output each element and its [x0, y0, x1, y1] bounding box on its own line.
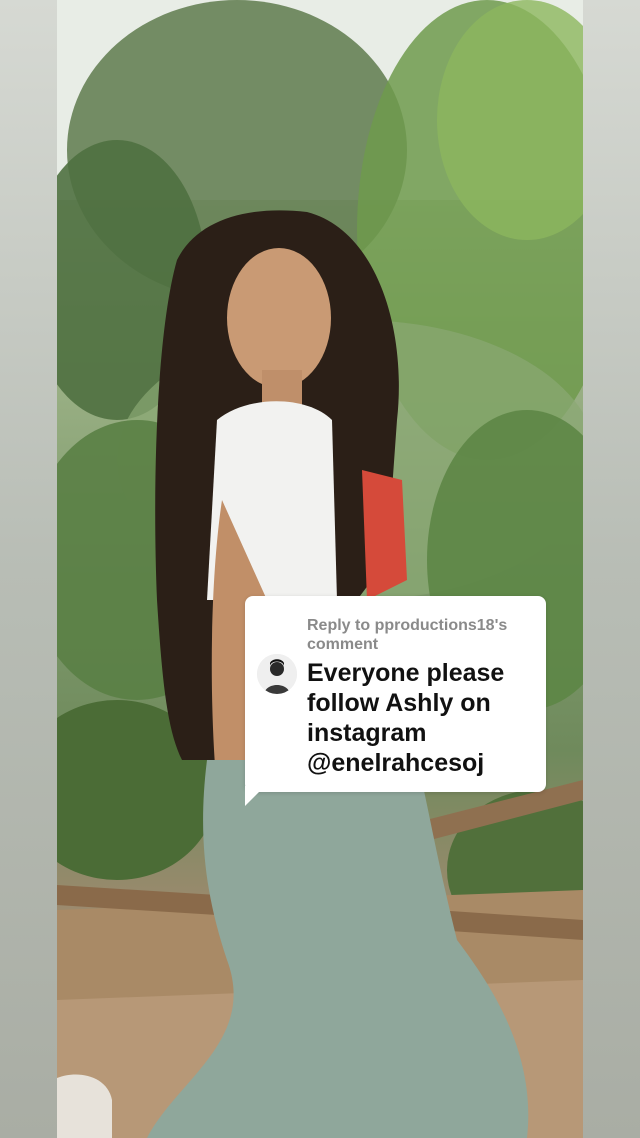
video-frame[interactable] [57, 0, 583, 1138]
comment-text: Everyone please follow Ashly on instagra… [307, 659, 505, 777]
reply-label: Reply to pproductions18's comment [307, 617, 508, 653]
left-blur-margin [0, 0, 57, 1138]
card-tail [245, 786, 265, 806]
right-blur-margin [583, 0, 640, 1138]
user-avatar-icon [257, 654, 297, 694]
reply-comment-card[interactable]: Reply to pproductions18's comment Everyo… [245, 596, 546, 792]
scene-illustration [57, 0, 583, 1138]
